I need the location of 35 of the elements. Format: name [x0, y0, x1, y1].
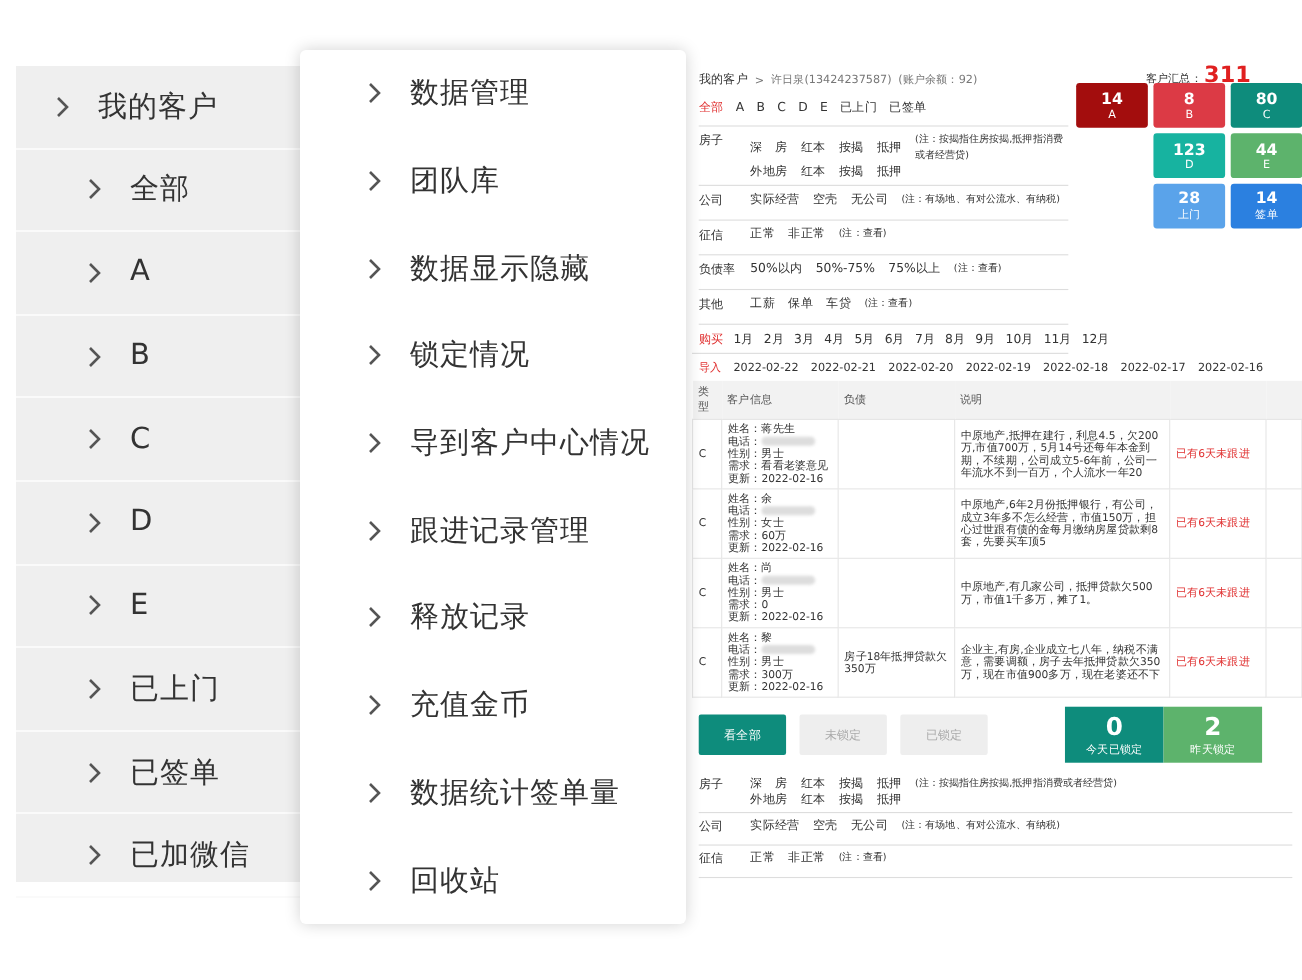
chevron-icon — [368, 82, 382, 105]
chevron-icon — [88, 261, 102, 284]
chevron-icon — [88, 594, 102, 617]
menu-item[interactable]: 回收站 — [300, 836, 686, 924]
chevron-icon — [368, 606, 382, 629]
redacted-block — [761, 645, 816, 655]
menu-item[interactable]: 释放记录 — [300, 574, 686, 662]
menu-item[interactable]: 跟进记录管理 — [300, 486, 686, 575]
chevron-icon — [368, 694, 382, 717]
chevron-icon — [368, 344, 382, 367]
menu-item[interactable]: 团队库 — [300, 137, 686, 225]
chevron-icon — [368, 781, 382, 804]
chevron-icon — [368, 257, 382, 280]
menu-item[interactable]: 充值金币 — [300, 661, 686, 749]
chevron-icon — [368, 170, 382, 193]
total-count: 311 — [1204, 60, 1251, 88]
redacted-block — [761, 506, 816, 516]
chevron-icon — [368, 432, 382, 455]
chevron-icon — [88, 428, 102, 451]
chevron-icon — [88, 844, 102, 867]
menu-item[interactable]: 锁定情况 — [300, 312, 686, 400]
chevron-icon — [88, 677, 102, 700]
chevron-icon — [56, 95, 70, 118]
chevron-icon — [88, 511, 102, 534]
redacted-block — [761, 437, 816, 447]
menu-item[interactable]: 数据管理 — [300, 50, 686, 138]
redacted-block — [761, 576, 816, 586]
menu-item[interactable]: 数据显示隐藏 — [300, 224, 686, 313]
chevron-icon — [368, 869, 382, 892]
chevron-icon — [88, 345, 102, 368]
menu-item[interactable]: 导到客户中心情况 — [300, 399, 686, 487]
chevron-icon — [88, 761, 102, 784]
chevron-icon — [88, 178, 102, 201]
menu-item[interactable]: 数据统计签单量 — [300, 749, 686, 837]
chevron-icon — [368, 519, 382, 542]
